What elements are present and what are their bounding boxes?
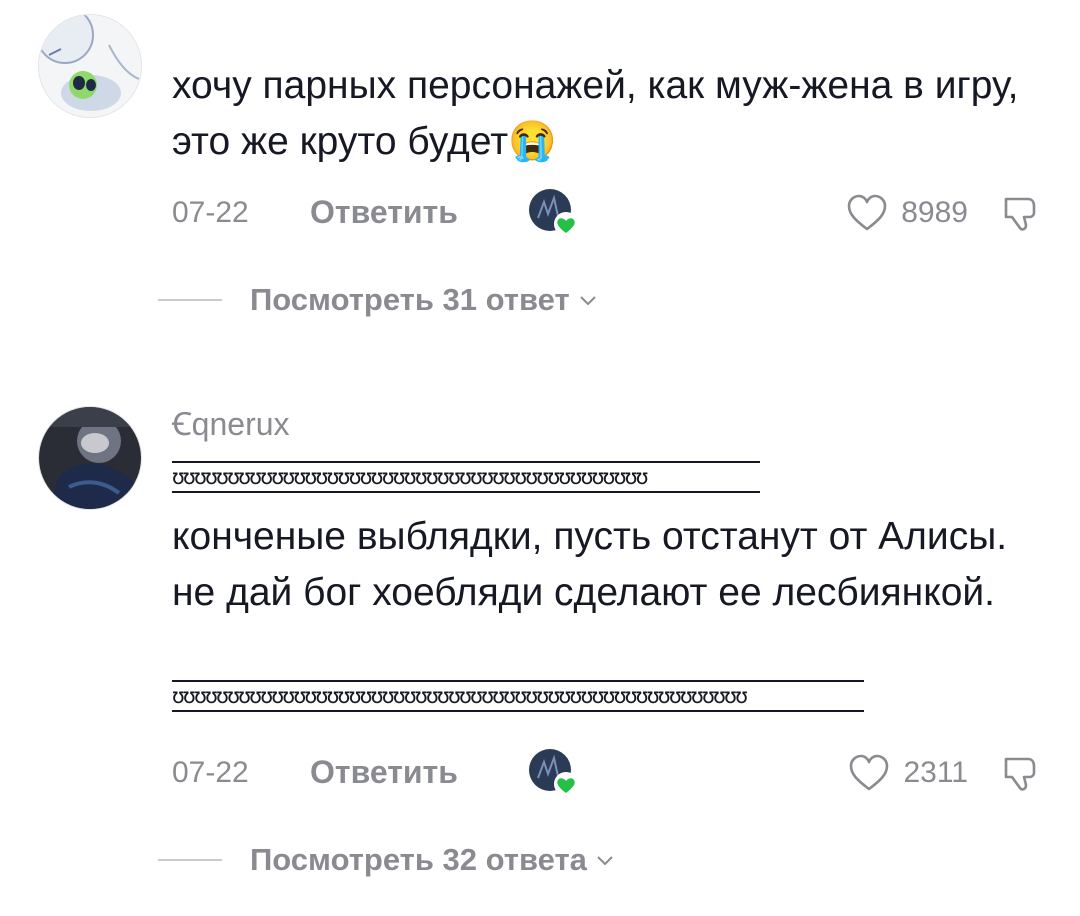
avatar[interactable] <box>38 14 142 118</box>
comment-date: 07-22 <box>172 756 249 789</box>
comment-text: хочу парных персонажей, как муж-жена в и… <box>172 64 1019 163</box>
creator-liked-badge <box>529 749 578 796</box>
thumbs-down-icon[interactable] <box>998 191 1042 235</box>
thumbs-down-icon[interactable] <box>998 751 1042 795</box>
chevron-down-icon <box>597 856 613 866</box>
heart-outline-icon[interactable] <box>847 751 891 795</box>
comment-meta: 07-22 Ответить 8989 <box>172 188 1042 238</box>
divider-line <box>158 299 222 301</box>
creator-liked-badge <box>529 189 578 236</box>
avatar-image <box>39 15 141 117</box>
decorative-line: ʊʊʊʊʊʊʊʊʊʊʊʊʊʊʊʊʊʊʊʊʊʊʊʊʊʊʊʊʊʊʊʊʊʊʊʊʊʊʊʊ… <box>172 461 760 493</box>
like-count: 8989 <box>901 196 968 229</box>
view-replies-button[interactable]: Посмотреть 31 ответ <box>158 280 858 320</box>
avatar-image <box>39 407 141 509</box>
like-area: 2311 <box>847 748 1042 798</box>
like-count: 2311 <box>903 756 968 789</box>
view-replies-label: Посмотреть 31 ответ <box>250 282 570 317</box>
header-fragment <box>0 0 1080 18</box>
comment-date: 07-22 <box>172 196 249 229</box>
comment-meta: 07-22 Ответить 2311 <box>172 748 1042 798</box>
heart-outline-icon[interactable] <box>845 191 889 235</box>
like-area: 8989 <box>845 188 1042 238</box>
avatar[interactable] <box>38 406 142 510</box>
divider-line <box>158 859 222 861</box>
view-replies-label: Посмотреть 32 ответа <box>250 842 587 877</box>
username[interactable]: Ꞓqnerux <box>172 402 290 445</box>
reply-button[interactable]: Ответить <box>310 194 458 231</box>
decorative-line: ʊʊʊʊʊʊʊʊʊʊʊʊʊʊʊʊʊʊʊʊʊʊʊʊʊʊʊʊʊʊʊʊʊʊʊʊʊʊʊʊ… <box>172 680 864 712</box>
reply-button[interactable]: Ответить <box>310 754 458 791</box>
chevron-down-icon <box>579 296 596 306</box>
view-replies-button[interactable]: Посмотреть 32 ответа <box>158 840 858 880</box>
comment-text: конченые выблядки, пусть отстанут от Али… <box>172 515 1008 614</box>
